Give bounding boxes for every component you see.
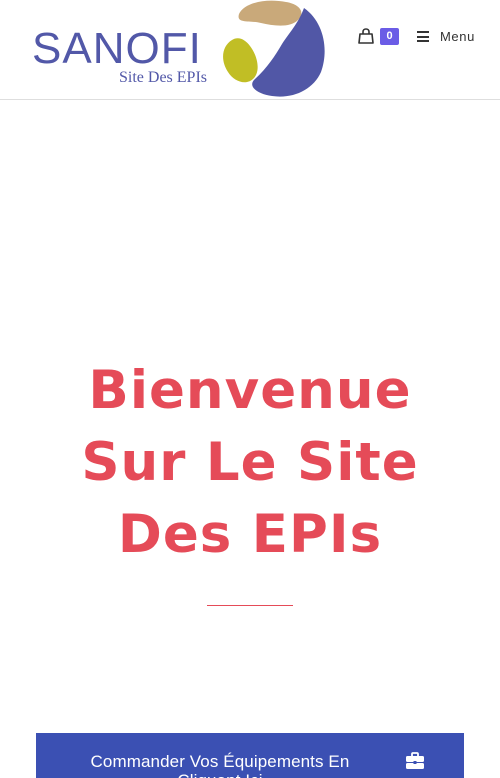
site-logo[interactable]: SANOFI Site Des EPIs [30, 0, 330, 100]
order-equipment-button[interactable]: Commander Vos Équipements En Cliquant Ic… [36, 733, 464, 778]
logo-wordmark: SANOFI [32, 24, 202, 73]
hero-title-line-1: Bienvenue [88, 360, 412, 421]
hero-title-line-3: Des EPIs [117, 504, 383, 565]
order-button-label: Commander Vos Équipements En Cliquant Ic… [90, 752, 350, 778]
logo-subtitle: Site Des EPIs [119, 69, 207, 86]
cart-count-badge: 0 [380, 28, 399, 45]
site-header: SANOFI Site Des EPIs 0 Menu [0, 0, 500, 100]
shopping-bag-icon [358, 28, 374, 44]
menu-label: Menu [440, 29, 475, 44]
menu-button[interactable]: Menu [417, 26, 487, 48]
hamburger-icon [417, 31, 429, 42]
hero-title: Bienvenue Sur Le Site Des EPIs [0, 355, 500, 571]
hero-divider [207, 605, 293, 606]
hero-title-line-2: Sur Le Site [81, 432, 419, 493]
cart-button[interactable]: 0 [358, 26, 402, 48]
sanofi-swirl-logo-icon [223, 0, 325, 97]
briefcase-icon [406, 752, 424, 769]
page: SANOFI Site Des EPIs 0 Menu Bienvenue Su… [0, 0, 500, 778]
